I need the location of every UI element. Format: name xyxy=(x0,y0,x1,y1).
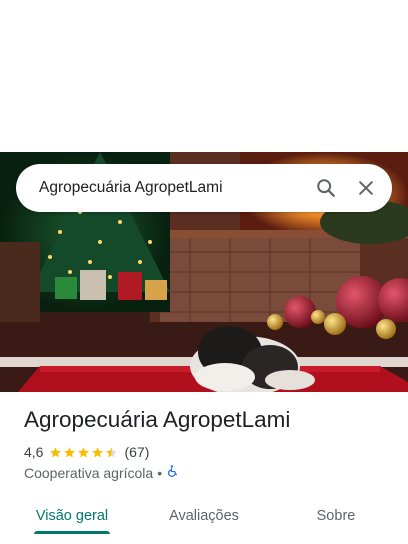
search-bar[interactable]: Agropecuária AgropetLami xyxy=(16,164,392,212)
star-rating xyxy=(49,446,119,459)
search-input[interactable]: Agropecuária AgropetLami xyxy=(39,179,306,197)
place-tabs: Visão geral Avaliações Sobre xyxy=(0,496,408,536)
half-star-icon xyxy=(106,446,118,457)
tab-label: Avaliações xyxy=(169,508,239,524)
star-icon xyxy=(64,446,76,457)
place-category[interactable]: Cooperativa agrícola xyxy=(24,465,153,481)
star-icon xyxy=(50,446,62,457)
active-tab-indicator xyxy=(34,531,110,534)
place-title: Agropecuária AgropetLami xyxy=(24,407,291,432)
close-icon[interactable] xyxy=(346,168,386,208)
review-count[interactable]: (67) xyxy=(124,444,149,460)
star-icon xyxy=(78,446,90,457)
tab-label: Sobre xyxy=(316,508,356,524)
rating-value: 4,6 xyxy=(24,444,44,460)
rating-row[interactable]: 4,6 (67) xyxy=(24,444,149,460)
separator-dot: • xyxy=(157,464,163,481)
star-icon xyxy=(92,446,104,457)
tab-overview[interactable]: Visão geral xyxy=(34,496,110,536)
tab-about[interactable]: Sobre xyxy=(306,496,366,536)
wheelchair-icon xyxy=(166,464,179,481)
tab-reviews[interactable]: Avaliações xyxy=(162,496,246,536)
tab-label: Visão geral xyxy=(35,508,109,524)
search-icon[interactable] xyxy=(306,168,346,208)
category-row: Cooperativa agrícola • xyxy=(24,464,179,481)
